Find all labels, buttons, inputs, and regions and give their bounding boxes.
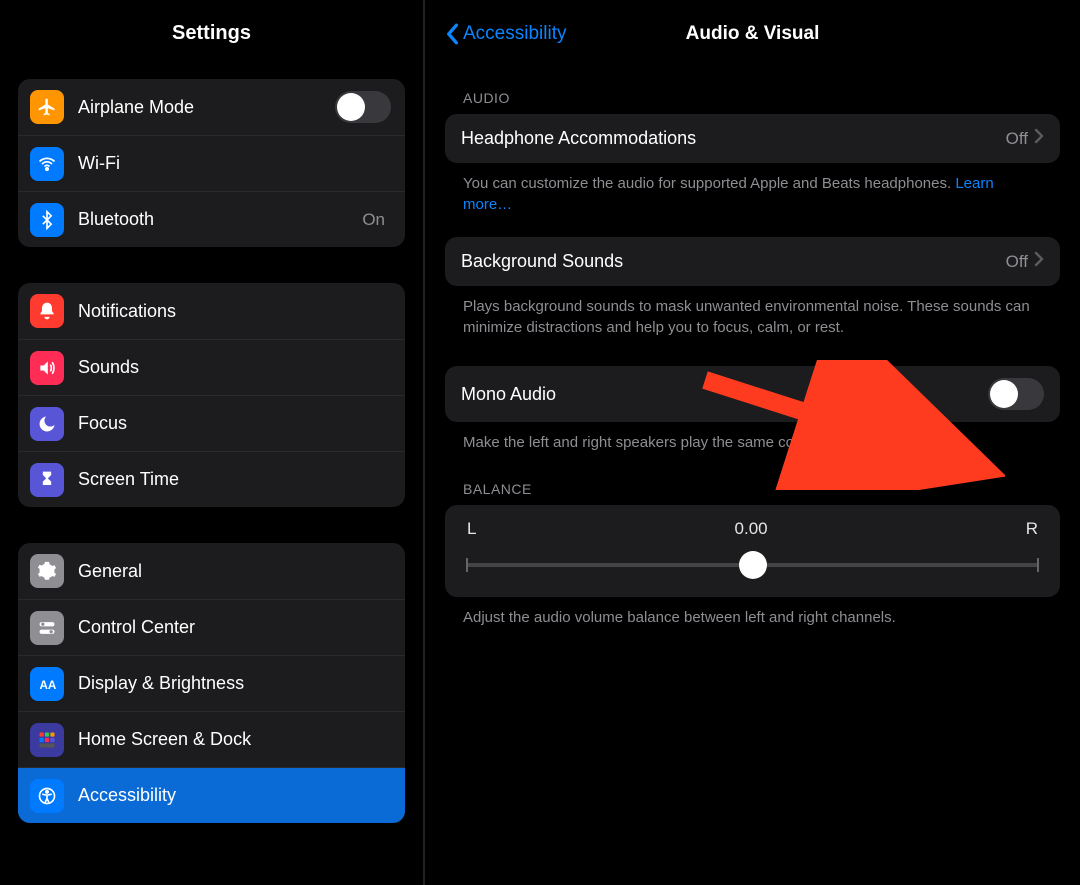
footer-headphone: You can customize the audio for supporte… [445, 163, 1060, 215]
sidebar-item-label: Screen Time [78, 469, 391, 490]
chevron-right-icon [1034, 128, 1044, 149]
sidebar-item-label: Notifications [78, 301, 391, 322]
sidebar-item-airplane-mode[interactable]: Airplane Mode [18, 79, 405, 135]
sidebar-item-value: On [362, 210, 385, 230]
chevron-left-icon [445, 23, 459, 45]
sidebar-group-notifications: Notifications Sounds Focus Screen Time [18, 283, 405, 507]
balance-value: 0.00 [735, 519, 768, 539]
cell-mono-audio: Mono Audio [445, 366, 1060, 422]
accessibility-icon [30, 779, 64, 813]
cell-label: Mono Audio [461, 384, 988, 405]
cell-value: Off [1006, 129, 1028, 149]
sidebar-item-notifications[interactable]: Notifications [18, 283, 405, 339]
sidebar-item-label: Focus [78, 413, 391, 434]
bell-icon [30, 294, 64, 328]
footer-mono: Make the left and right speakers play th… [445, 422, 1060, 453]
sidebar-item-accessibility[interactable]: Accessibility [18, 767, 405, 823]
svg-text:AA: AA [40, 679, 57, 692]
sidebar-item-label: Airplane Mode [78, 97, 335, 118]
footer-balance: Adjust the audio volume balance between … [445, 597, 1060, 628]
cell-background-sounds[interactable]: Background Sounds Off [445, 237, 1060, 286]
balance-box: L 0.00 R [445, 505, 1060, 597]
footer-background: Plays background sounds to mask unwanted… [445, 286, 1060, 338]
sidebar-item-screen-time[interactable]: Screen Time [18, 451, 405, 507]
sidebar-item-sounds[interactable]: Sounds [18, 339, 405, 395]
settings-title: Settings [0, 0, 423, 67]
section-header-balance: BALANCE [445, 453, 1060, 505]
sidebar-group-connectivity: Airplane Mode Wi-Fi Bluetooth On [18, 79, 405, 247]
sidebar-item-control-center[interactable]: Control Center [18, 599, 405, 655]
slider-tick-left [466, 558, 468, 572]
slider-knob[interactable] [739, 551, 767, 579]
gear-icon [30, 554, 64, 588]
sidebar-item-general[interactable]: General [18, 543, 405, 599]
cell-label: Background Sounds [461, 251, 1006, 272]
sidebar-item-home-screen-dock[interactable]: Home Screen & Dock [18, 711, 405, 767]
sidebar-item-label: Display & Brightness [78, 673, 391, 694]
sidebar-item-bluetooth[interactable]: Bluetooth On [18, 191, 405, 247]
chevron-right-icon [1034, 251, 1044, 272]
airplane-toggle[interactable] [335, 91, 391, 123]
detail-pane: Accessibility Audio & Visual AUDIO Headp… [425, 0, 1080, 885]
sidebar-item-label: Home Screen & Dock [78, 729, 391, 750]
cell-label: Headphone Accommodations [461, 128, 1006, 149]
sidebar-item-focus[interactable]: Focus [18, 395, 405, 451]
cell-value: Off [1006, 252, 1028, 272]
sidebar-group-general: General Control Center AA Display & Brig… [18, 543, 405, 823]
bluetooth-icon [30, 203, 64, 237]
moon-icon [30, 407, 64, 441]
cell-headphone-accommodations[interactable]: Headphone Accommodations Off [445, 114, 1060, 163]
nav-bar: Accessibility Audio & Visual [445, 6, 1060, 62]
sidebar-item-wifi[interactable]: Wi-Fi [18, 135, 405, 191]
section-header-audio: AUDIO [445, 62, 1060, 114]
back-label: Accessibility [463, 23, 566, 45]
switches-icon [30, 611, 64, 645]
grid-icon [30, 723, 64, 757]
settings-sidebar: Settings Airplane Mode Wi-Fi Bluetooth O… [0, 0, 425, 885]
hourglass-icon [30, 463, 64, 497]
sidebar-item-label: General [78, 561, 391, 582]
aa-icon: AA [30, 667, 64, 701]
wifi-icon [30, 147, 64, 181]
sidebar-item-label: Sounds [78, 357, 391, 378]
sidebar-item-label: Bluetooth [78, 209, 362, 230]
speaker-icon [30, 351, 64, 385]
sidebar-item-label: Wi-Fi [78, 153, 391, 174]
balance-slider[interactable] [467, 555, 1038, 575]
sidebar-item-display-brightness[interactable]: AA Display & Brightness [18, 655, 405, 711]
balance-right-label: R [1026, 519, 1038, 539]
mono-audio-toggle[interactable] [988, 378, 1044, 410]
back-button[interactable]: Accessibility [445, 23, 566, 45]
sidebar-item-label: Control Center [78, 617, 391, 638]
airplane-icon [30, 90, 64, 124]
slider-tick-right [1037, 558, 1039, 572]
page-title: Audio & Visual [686, 23, 820, 45]
footer-text-span: You can customize the audio for supporte… [463, 175, 955, 192]
sidebar-item-label: Accessibility [78, 785, 391, 806]
balance-labels: L 0.00 R [467, 519, 1038, 539]
balance-left-label: L [467, 519, 476, 539]
